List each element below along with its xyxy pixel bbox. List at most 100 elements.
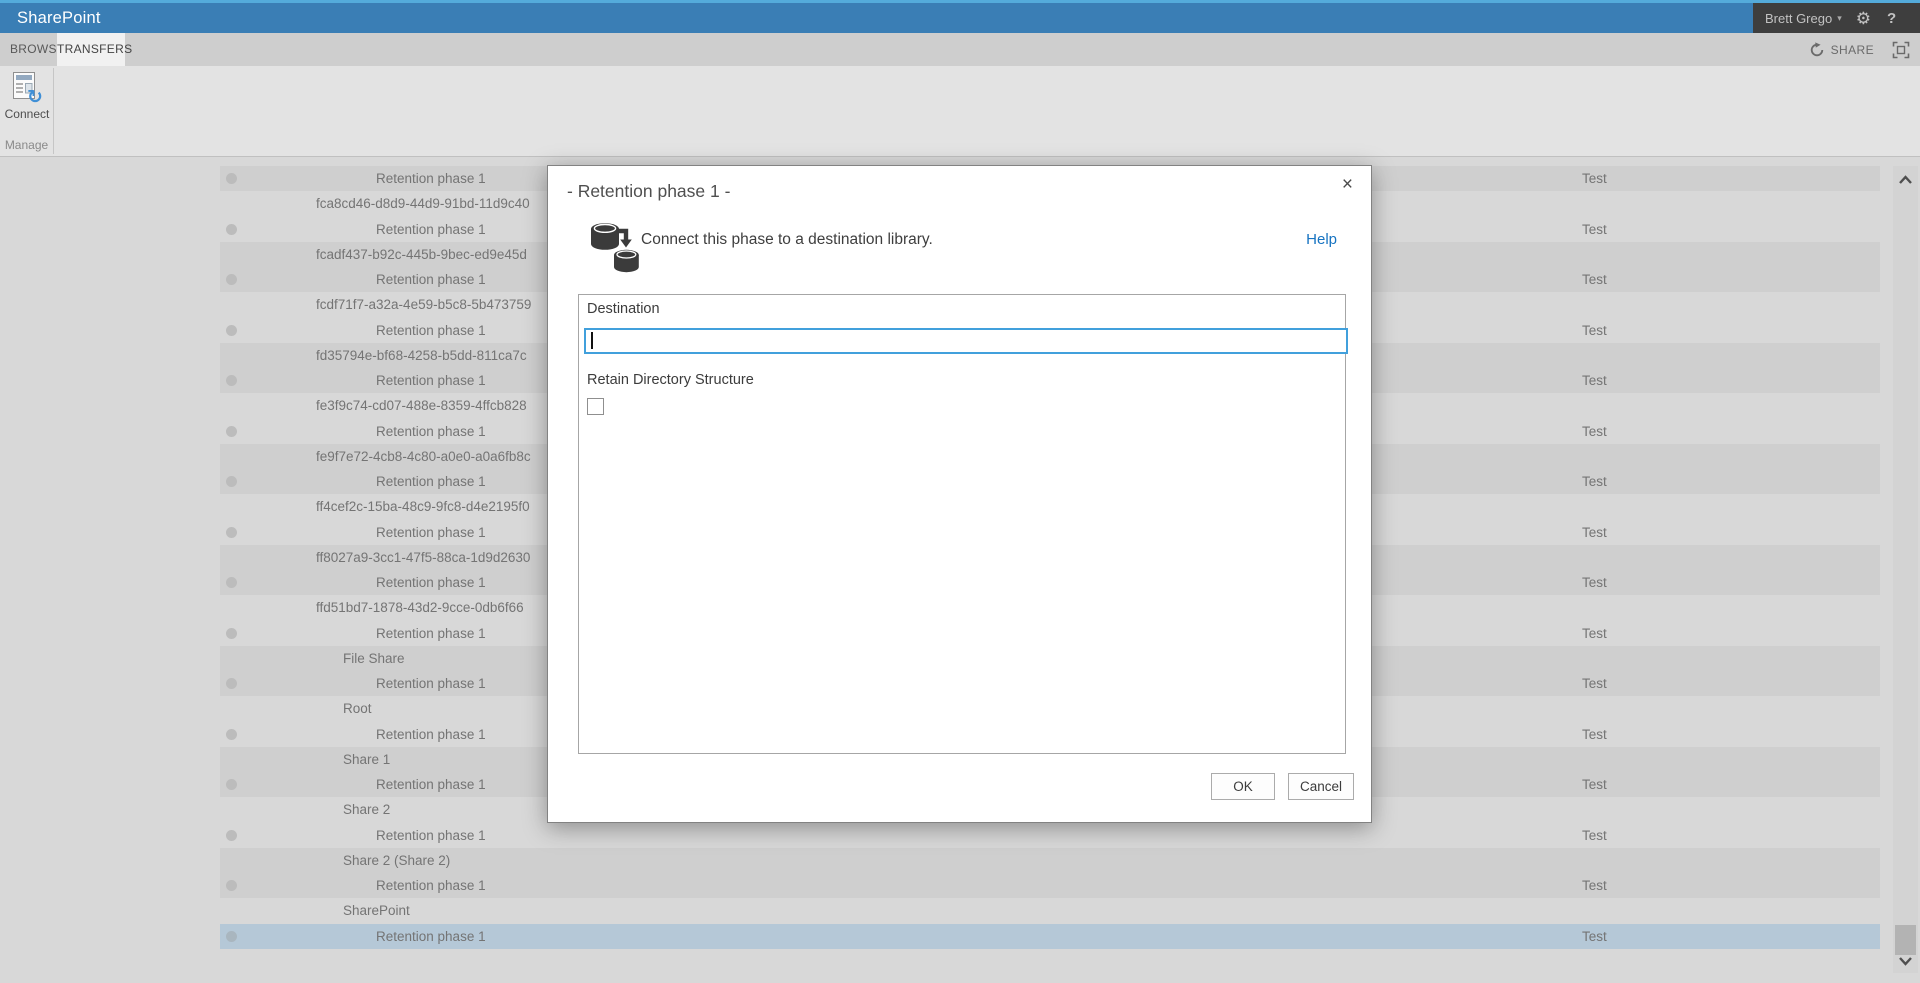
row-value: Test xyxy=(1582,671,1607,696)
row-label: fd35794e-bf68-4258-b5dd-811ca7c xyxy=(316,343,527,368)
help-link[interactable]: Help xyxy=(1306,231,1337,248)
row-label: Share 2 (Share 2) xyxy=(343,848,450,873)
row-value: Test xyxy=(1582,722,1607,747)
row-label: fe3f9c74-cd07-488e-8359-4ffcb828 xyxy=(316,393,527,418)
table-row[interactable]: SharePoint xyxy=(220,898,1880,923)
row-label: Retention phase 1 xyxy=(376,469,486,494)
status-bullet-icon xyxy=(226,628,237,639)
ribbon-tab-row: BROWSE TRANSFERS SHARE xyxy=(0,33,1920,66)
share-circle-icon xyxy=(1809,42,1825,58)
focus-on-content-button[interactable] xyxy=(1892,41,1910,59)
row-value: Test xyxy=(1582,469,1607,494)
status-bullet-icon xyxy=(226,779,237,790)
row-label: Root xyxy=(343,696,372,721)
row-label: Retention phase 1 xyxy=(376,419,486,444)
row-value: Test xyxy=(1582,419,1607,444)
row-label: File Share xyxy=(343,646,405,671)
connect-sync-icon: ↻ xyxy=(10,71,44,105)
cancel-button[interactable]: Cancel xyxy=(1288,773,1354,800)
sharepoint-page: SharePoint Brett Grego ▾ ⚙ ? BROWSE TRAN… xyxy=(0,0,1920,983)
row-label: ffd51bd7-1878-43d2-9cce-0db6f66 xyxy=(316,595,524,620)
scroll-down-icon[interactable] xyxy=(1897,952,1914,969)
share-label: SHARE xyxy=(1831,43,1874,57)
row-label: Retention phase 1 xyxy=(376,318,486,343)
sharepoint-logo-text: SharePoint xyxy=(17,3,101,33)
table-row[interactable]: Share 2 (Share 2) xyxy=(220,848,1880,873)
row-label: Retention phase 1 xyxy=(376,924,486,949)
row-value: Test xyxy=(1582,267,1607,292)
destination-input[interactable] xyxy=(584,328,1348,354)
close-icon[interactable]: × xyxy=(1336,172,1359,198)
row-label: Retention phase 1 xyxy=(376,166,486,191)
ribbon-group-divider xyxy=(53,68,54,154)
row-label: fcadf437-b92c-445b-9bec-ed9e45d xyxy=(316,242,527,267)
table-row[interactable]: Retention phase 1 Test xyxy=(220,823,1880,848)
gear-icon[interactable]: ⚙ xyxy=(1856,10,1871,27)
ribbon-group-label: Manage xyxy=(0,138,53,152)
row-value: Test xyxy=(1582,318,1607,343)
row-label: fe9f7e72-4cb8-4c80-a0e0-a0a6fb8c xyxy=(316,444,531,469)
row-label: Retention phase 1 xyxy=(376,570,486,595)
ribbon-content: ↻ Connect Manage xyxy=(0,66,1920,157)
share-button[interactable]: SHARE xyxy=(1809,42,1874,58)
dialog-title: - Retention phase 1 - xyxy=(567,181,730,202)
row-label: ff8027a9-3cc1-47f5-88ca-1d9d2630 xyxy=(316,545,530,570)
ribbon-right-commands: SHARE xyxy=(1809,33,1910,66)
table-row[interactable]: Retention phase 1 Test xyxy=(220,873,1880,898)
tab-transfers[interactable]: TRANSFERS xyxy=(57,33,125,66)
ok-button[interactable]: OK xyxy=(1211,773,1275,800)
row-label: ff4cef2c-15ba-48c9-9fc8-d4e2195f0 xyxy=(316,494,530,519)
vertical-scrollbar[interactable] xyxy=(1893,166,1918,973)
status-bullet-icon xyxy=(226,325,237,336)
status-bullet-icon xyxy=(226,375,237,386)
row-label: Retention phase 1 xyxy=(376,823,486,848)
row-label: Retention phase 1 xyxy=(376,368,486,393)
focus-brackets-icon xyxy=(1892,41,1910,59)
row-value: Test xyxy=(1582,924,1607,949)
destination-label: Destination xyxy=(587,301,660,317)
row-value: Test xyxy=(1582,873,1607,898)
suitebar-right-section: Brett Grego ▾ ⚙ ? xyxy=(1753,3,1920,33)
text-caret xyxy=(591,332,593,349)
row-label: Retention phase 1 xyxy=(376,873,486,898)
status-bullet-icon xyxy=(226,527,237,538)
svg-text:↻: ↻ xyxy=(27,86,43,105)
status-bullet-icon xyxy=(226,426,237,437)
row-label: Retention phase 1 xyxy=(376,722,486,747)
row-value: Test xyxy=(1582,772,1607,797)
row-label: Retention phase 1 xyxy=(376,267,486,292)
status-bullet-icon xyxy=(226,577,237,588)
retain-directory-structure-checkbox[interactable] xyxy=(587,398,604,415)
database-transfer-icon xyxy=(588,218,642,276)
row-value: Test xyxy=(1582,823,1607,848)
status-bullet-icon xyxy=(226,476,237,487)
status-bullet-icon xyxy=(226,274,237,285)
help-icon[interactable]: ? xyxy=(1887,10,1896,27)
row-label: Retention phase 1 xyxy=(376,772,486,797)
destination-panel: Destination Retain Directory Structure xyxy=(578,294,1346,754)
status-bullet-icon xyxy=(226,830,237,841)
retention-phase-dialog: × - Retention phase 1 - Connect this pha… xyxy=(547,165,1372,823)
scrollbar-thumb[interactable] xyxy=(1895,925,1916,955)
chevron-down-icon: ▾ xyxy=(1837,13,1842,24)
row-label: Retention phase 1 xyxy=(376,621,486,646)
user-menu[interactable]: Brett Grego ▾ xyxy=(1765,11,1842,26)
status-bullet-icon xyxy=(226,931,237,942)
status-bullet-icon xyxy=(226,880,237,891)
suite-bar: SharePoint Brett Grego ▾ ⚙ ? xyxy=(0,3,1920,33)
connect-button[interactable]: ↻ Connect xyxy=(4,71,50,127)
status-bullet-icon xyxy=(226,678,237,689)
row-value: Test xyxy=(1582,520,1607,545)
row-label: Share 1 xyxy=(343,747,390,772)
status-bullet-icon xyxy=(226,224,237,235)
status-bullet-icon xyxy=(226,729,237,740)
table-row[interactable]: Retention phase 1 Test xyxy=(220,924,1880,949)
row-label: fca8cd46-d8d9-44d9-91bd-11d9c40 xyxy=(316,191,530,216)
row-value: Test xyxy=(1582,217,1607,242)
tab-browse[interactable]: BROWSE xyxy=(10,33,58,66)
row-label: Retention phase 1 xyxy=(376,671,486,696)
row-label: Retention phase 1 xyxy=(376,217,486,242)
status-bullet-icon xyxy=(226,173,237,184)
connect-label: Connect xyxy=(4,107,50,121)
scroll-up-icon[interactable] xyxy=(1897,172,1914,189)
